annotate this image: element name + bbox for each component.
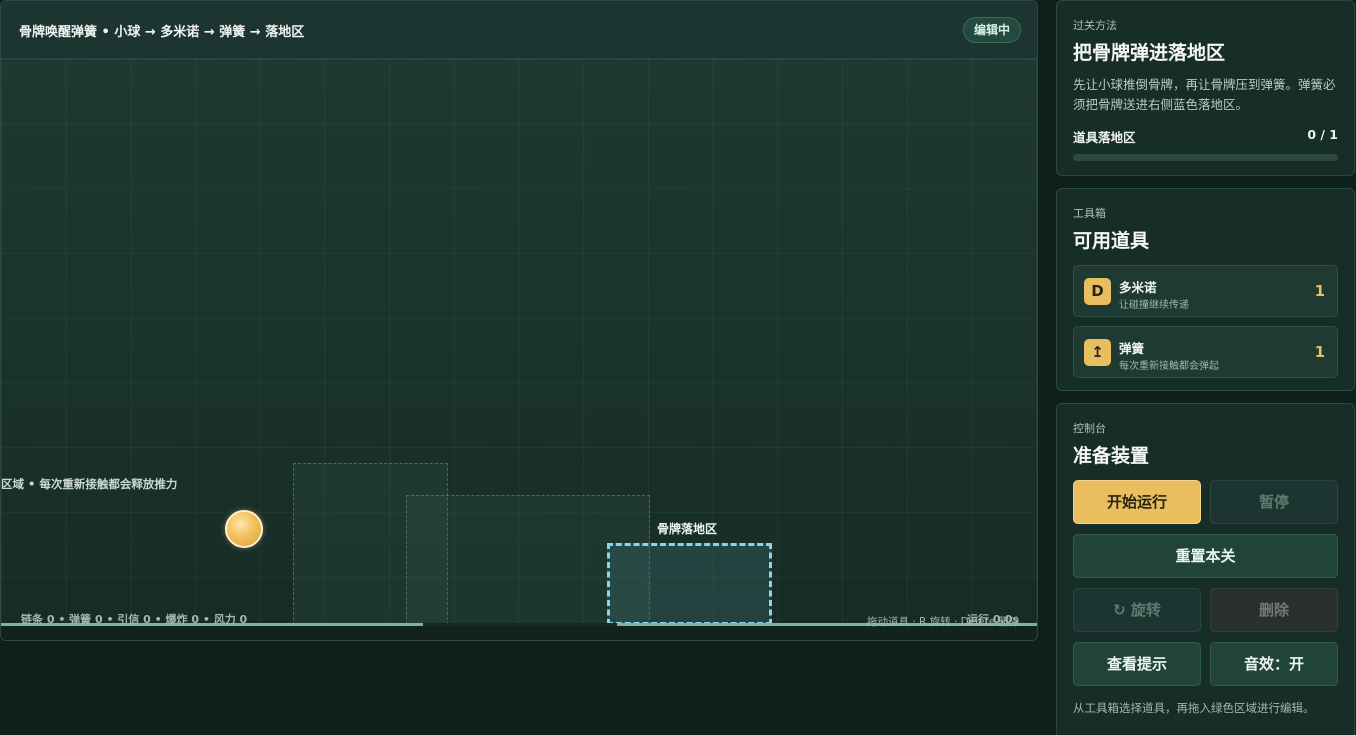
controls-panel: 控制台 准备装置 开始运行 暂停 重置本关 ↻ 旋转 删除 查看提示 音效：开 … — [1056, 403, 1355, 735]
run-timer: 运行 0.0s — [967, 613, 1019, 626]
control-buttons: 开始运行 暂停 重置本关 ↻ 旋转 删除 查看提示 音效：开 — [1073, 480, 1338, 686]
spring-zone-hint: 区域 • 每次重新接触都会释放推力 — [1, 477, 178, 491]
status-badge: 编辑中 — [962, 17, 1021, 43]
hint-button[interactable]: 查看提示 — [1073, 642, 1201, 686]
delete-button[interactable]: 删除 — [1210, 588, 1338, 632]
tool-item-spring[interactable]: ↥ 弹簧 每次重新接触都会弹起 1 — [1073, 326, 1338, 378]
game-stage[interactable]: 骨牌唤醒弹簧 • 小球 → 多米诺 → 弹簧 → 落地区 编辑中 区域 • 每次… — [0, 0, 1038, 641]
tool-description: 每次重新接触都会弹起 — [1119, 361, 1219, 372]
progress-row: 道具落地区 0 / 1 — [1073, 127, 1338, 146]
objective-description: 先让小球推倒骨牌，再让骨牌压到弹簧。弹簧必须把骨牌送进右侧蓝色落地区。 — [1073, 77, 1336, 112]
tool-count: 1 — [1314, 282, 1325, 300]
toolbox-title: 可用道具 — [1073, 230, 1150, 252]
landing-zone-label: 骨牌落地区 — [657, 522, 718, 536]
tool-description: 让碰撞继续传递 — [1119, 300, 1189, 311]
stage-header: 骨牌唤醒弹簧 • 小球 → 多米诺 → 弹簧 → 落地区 编辑中 — [1, 1, 1037, 59]
level-title: 骨牌唤醒弹簧 • 小球 → 多米诺 → 弹簧 → 落地区 — [19, 25, 305, 40]
controls-eyebrow: 控制台 — [1073, 422, 1106, 435]
progress-count: 0 / 1 — [1307, 127, 1338, 142]
spring-icon: ↥ — [1084, 339, 1111, 366]
tool-name: 多米诺 — [1119, 280, 1157, 295]
objective-panel: 过关方法 把骨牌弹进落地区 先让小球推倒骨牌，再让骨牌压到弹簧。弹簧必须把骨牌送… — [1056, 0, 1355, 176]
objective-title: 把骨牌弹进落地区 — [1073, 42, 1226, 64]
reset-button[interactable]: 重置本关 — [1073, 534, 1338, 578]
progress-bar — [1073, 154, 1338, 161]
ball — [225, 510, 263, 548]
landing-zone — [607, 543, 772, 625]
element-counts: 链条 0 • 弹簧 0 • 引信 0 • 爆炸 0 • 风力 0 — [21, 613, 248, 626]
tool-count: 1 — [1314, 343, 1325, 361]
progress-label: 道具落地区 — [1073, 130, 1136, 145]
start-button[interactable]: 开始运行 — [1073, 480, 1201, 524]
sound-toggle-button[interactable]: 音效：开 — [1210, 642, 1338, 686]
tool-item-domino[interactable]: D 多米诺 让碰撞继续传递 1 — [1073, 265, 1338, 317]
objective-eyebrow: 过关方法 — [1073, 19, 1117, 32]
domino-icon: D — [1084, 278, 1111, 305]
toolbox-panel: 工具箱 可用道具 D 多米诺 让碰撞继续传递 1 ↥ 弹簧 每次重新接触都会弹起… — [1056, 188, 1355, 391]
rotate-button[interactable]: ↻ 旋转 — [1073, 588, 1201, 632]
controls-title: 准备装置 — [1073, 445, 1150, 467]
toolbox-eyebrow: 工具箱 — [1073, 207, 1106, 220]
controls-footer-hint: 从工具箱选择道具，再拖入绿色区域进行编辑。 — [1073, 701, 1315, 715]
pause-button[interactable]: 暂停 — [1210, 480, 1338, 524]
tool-name: 弹簧 — [1119, 341, 1145, 356]
